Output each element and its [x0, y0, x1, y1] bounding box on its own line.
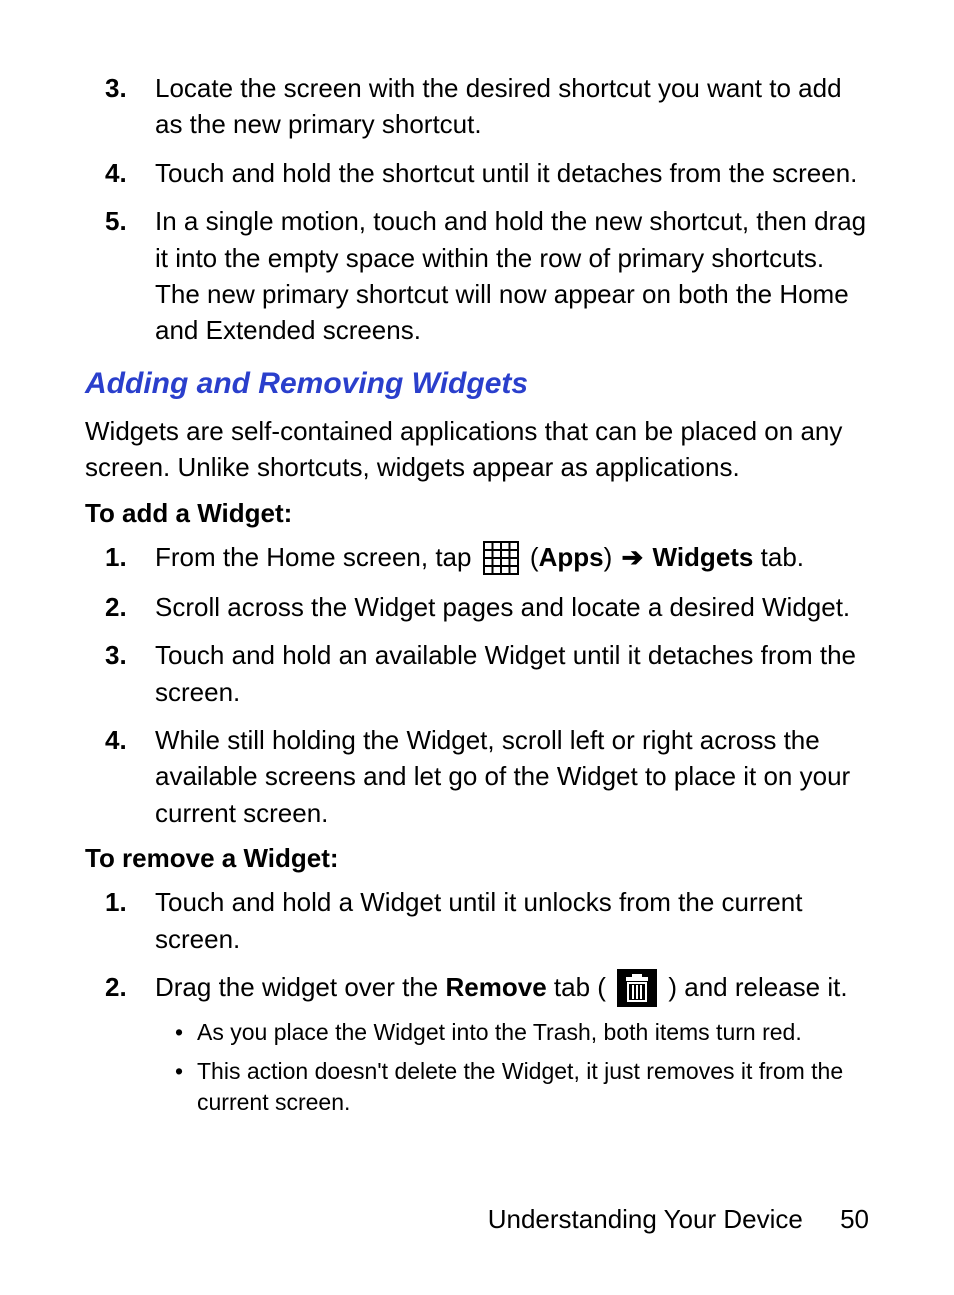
list-item: 1. Touch and hold a Widget until it unlo…	[105, 884, 869, 957]
section-heading: Adding and Removing Widgets	[85, 367, 869, 401]
list-item: 2. Scroll across the Widget pages and lo…	[105, 589, 869, 625]
sub-list-text: This action doesn't delete the Widget, i…	[197, 1056, 869, 1118]
section-intro: Widgets are self-contained applications …	[85, 413, 869, 486]
add-widget-heading: To add a Widget:	[85, 498, 869, 529]
widgets-label: Widgets	[653, 542, 754, 572]
text-fragment: tab (	[547, 972, 606, 1002]
arrow-right-icon: ➔	[621, 542, 643, 572]
list-text: While still holding the Widget, scroll l…	[155, 722, 869, 831]
text-fragment: From the Home screen, tap	[155, 542, 479, 572]
apps-label: Apps	[539, 542, 604, 572]
top-ordered-list: 3. Locate the screen with the desired sh…	[105, 70, 869, 349]
list-number: 1.	[105, 884, 155, 957]
list-text: In a single motion, touch and hold the n…	[155, 203, 869, 349]
remove-label: Remove	[446, 972, 547, 1002]
sub-list-text: As you place the Widget into the Trash, …	[197, 1017, 869, 1048]
list-text: Drag the widget over the Remove tab ( ) …	[155, 969, 869, 1126]
text-fragment: Drag the widget over the	[155, 972, 446, 1002]
text-fragment: (	[530, 542, 539, 572]
list-item: 4. While still holding the Widget, scrol…	[105, 722, 869, 831]
list-text: Locate the screen with the desired short…	[155, 70, 869, 143]
apps-grid-icon	[483, 540, 519, 576]
list-number: 4.	[105, 722, 155, 831]
document-page: 3. Locate the screen with the desired sh…	[0, 0, 954, 1126]
list-text: Scroll across the Widget pages and locat…	[155, 589, 869, 625]
footer-chapter-title: Understanding Your Device	[488, 1204, 803, 1234]
list-text: Touch and hold a Widget until it unlocks…	[155, 884, 869, 957]
list-number: 5.	[105, 203, 155, 349]
list-item: 4. Touch and hold the shortcut until it …	[105, 155, 869, 191]
list-item: 1. From the Home screen, tap (Apps)	[105, 539, 869, 577]
list-number: 1.	[105, 539, 155, 577]
bullet-icon: •	[175, 1056, 197, 1118]
trash-icon	[617, 969, 657, 1008]
page-number: 50	[840, 1204, 869, 1234]
remove-widget-list: 1. Touch and hold a Widget until it unlo…	[105, 884, 869, 1126]
list-item: 3. Touch and hold an available Widget un…	[105, 637, 869, 710]
text-fragment: tab.	[753, 542, 804, 572]
list-item: 2. Drag the widget over the Remove tab (…	[105, 969, 869, 1126]
add-widget-list: 1. From the Home screen, tap (Apps)	[105, 539, 869, 832]
sub-list-item: • This action doesn't delete the Widget,…	[175, 1056, 869, 1118]
page-footer: Understanding Your Device 50	[488, 1204, 869, 1235]
remove-widget-heading: To remove a Widget:	[85, 843, 869, 874]
list-text: Touch and hold the shortcut until it det…	[155, 155, 869, 191]
list-number: 2.	[105, 589, 155, 625]
list-number: 2.	[105, 969, 155, 1126]
list-text: Touch and hold an available Widget until…	[155, 637, 869, 710]
list-text: From the Home screen, tap (Apps) ➔ Widge…	[155, 539, 869, 577]
list-item: 3. Locate the screen with the desired sh…	[105, 70, 869, 143]
list-number: 3.	[105, 70, 155, 143]
list-item: 5. In a single motion, touch and hold th…	[105, 203, 869, 349]
sub-bullet-list: • As you place the Widget into the Trash…	[175, 1017, 869, 1118]
text-fragment: ) and release it.	[668, 972, 847, 1002]
list-number: 4.	[105, 155, 155, 191]
bullet-icon: •	[175, 1017, 197, 1048]
sub-list-item: • As you place the Widget into the Trash…	[175, 1017, 869, 1048]
list-number: 3.	[105, 637, 155, 710]
text-fragment: )	[604, 542, 620, 572]
